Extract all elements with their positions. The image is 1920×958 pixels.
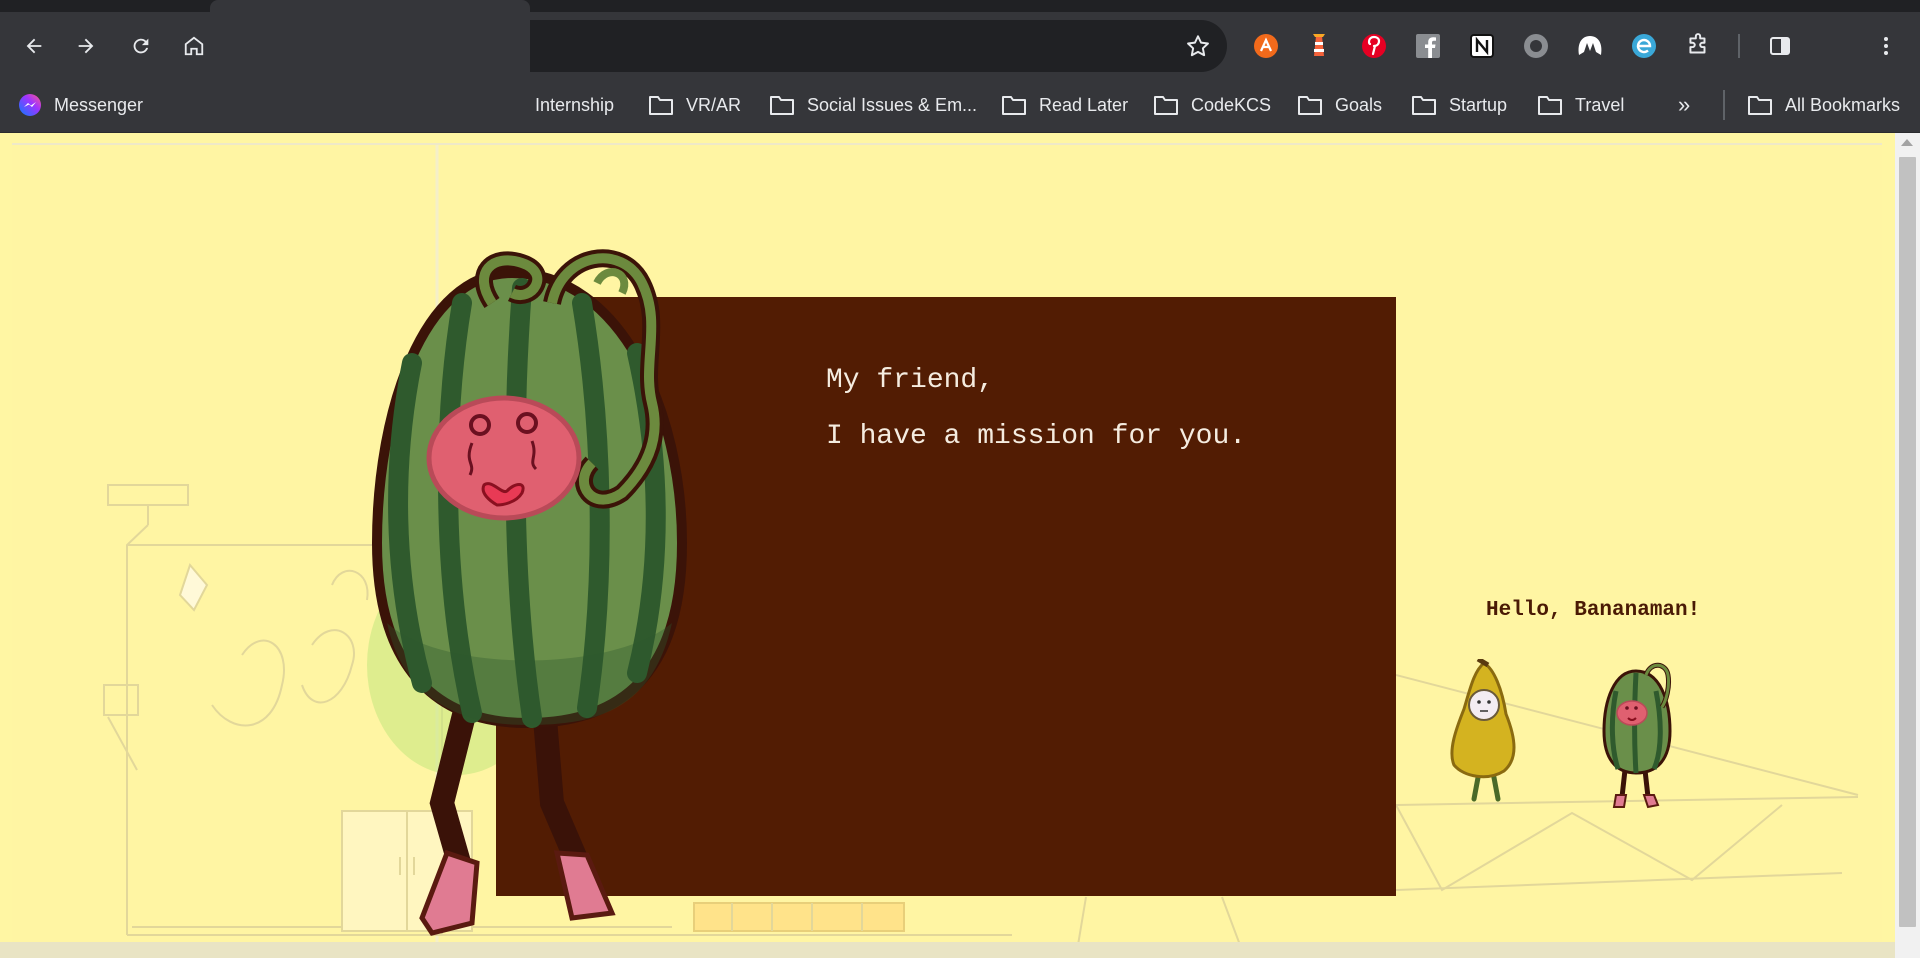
reload-button[interactable] [123,28,159,64]
folder-icon [1412,96,1436,115]
folder-icon [1154,96,1178,115]
game-canvas[interactable]: My friend, I have a mission for you. Hel… [12,143,1882,943]
notion-icon[interactable] [1466,30,1498,62]
folder-icon [1002,96,1026,115]
browser-toolbar [0,12,1920,80]
bookmark-label: Startup [1449,94,1508,115]
edge-icon[interactable] [1628,30,1660,62]
address-bar[interactable] [530,20,1227,72]
watermelon-character-large[interactable] [352,243,752,943]
all-bookmarks-button[interactable]: All Bookmarks [1747,90,1900,120]
bookmark-star-icon[interactable] [1185,33,1211,64]
bookmark-folder-vrar[interactable]: VR/AR [648,90,741,120]
pinterest-icon[interactable] [1358,30,1390,62]
folder-icon [1538,96,1562,115]
scrollbar-thumb[interactable] [1899,157,1916,927]
messenger-icon [19,94,41,116]
bookmark-folder-goals[interactable]: Goals [1297,90,1382,120]
dialog-line-2: I have a mission for you. [826,421,1247,452]
bookmark-label: CodeKCS [1191,94,1272,115]
bookmark-folder-travel[interactable]: Travel [1537,90,1624,120]
menu-kebab-icon[interactable] [1870,30,1902,62]
back-button[interactable] [16,28,52,64]
record-icon[interactable] [1520,30,1552,62]
banana-character[interactable] [1444,659,1528,809]
page-bottom-edge [0,942,1895,958]
bookmark-label: Internship [535,94,615,115]
bookmark-label: Travel [1575,94,1625,115]
bookmarks-divider [1723,90,1725,120]
vertical-scrollbar[interactable] [1895,133,1920,958]
tab-strip [0,0,1920,12]
active-tab[interactable] [210,0,530,12]
speech-bubble-text: Hello, Bananaman! [1486,599,1701,622]
toolbar-divider [1738,34,1740,58]
watermelon-character-small[interactable] [1596,661,1686,811]
page-viewport: My friend, I have a mission for you. Hel… [0,133,1920,958]
home-icon [184,36,204,56]
folder-icon [1298,96,1322,115]
malwarebytes-icon[interactable] [1574,30,1606,62]
lighthouse-icon[interactable] [1303,30,1335,62]
reload-icon [133,38,149,54]
facebook-icon[interactable] [1412,30,1444,62]
bookmark-label: Goals [1335,94,1383,115]
scroll-up-arrow-icon[interactable] [1901,139,1913,146]
bookmarks-overflow-button[interactable]: » [1678,90,1690,120]
bookmark-label: Messenger [54,94,144,115]
bookmark-folder-read-later[interactable]: Read Later [1001,90,1128,120]
bookmark-folder-startup[interactable]: Startup [1411,90,1507,120]
forward-button[interactable] [68,28,104,64]
home-button[interactable] [176,28,212,64]
bookmark-folder-codekcs[interactable]: CodeKCS [1153,90,1271,120]
folder-icon [770,96,794,115]
puzzle-icon[interactable] [1682,30,1714,62]
double-chevron-icon: » [1678,92,1691,117]
folder-icon [649,96,673,115]
bookmark-folder-social-issues[interactable]: Social Issues & Em... [769,90,977,120]
bookmark-label: Social Issues & Em... [807,94,978,115]
folder-icon [1748,96,1772,115]
arrow-right-icon [78,38,94,54]
bookmark-internship[interactable]: Internship [535,90,614,120]
avast-icon[interactable] [1250,30,1282,62]
bookmark-messenger[interactable]: Messenger [18,90,143,120]
bookmarks-bar: Messenger Internship VR/AR Social Issues… [0,80,1920,133]
bookmark-label: All Bookmarks [1785,94,1901,115]
bookmark-label: VR/AR [686,94,742,115]
arrow-left-icon [26,38,42,54]
side-panel-icon[interactable] [1764,30,1796,62]
dialog-line-1: My friend, [826,365,995,396]
bookmark-label: Read Later [1039,94,1129,115]
